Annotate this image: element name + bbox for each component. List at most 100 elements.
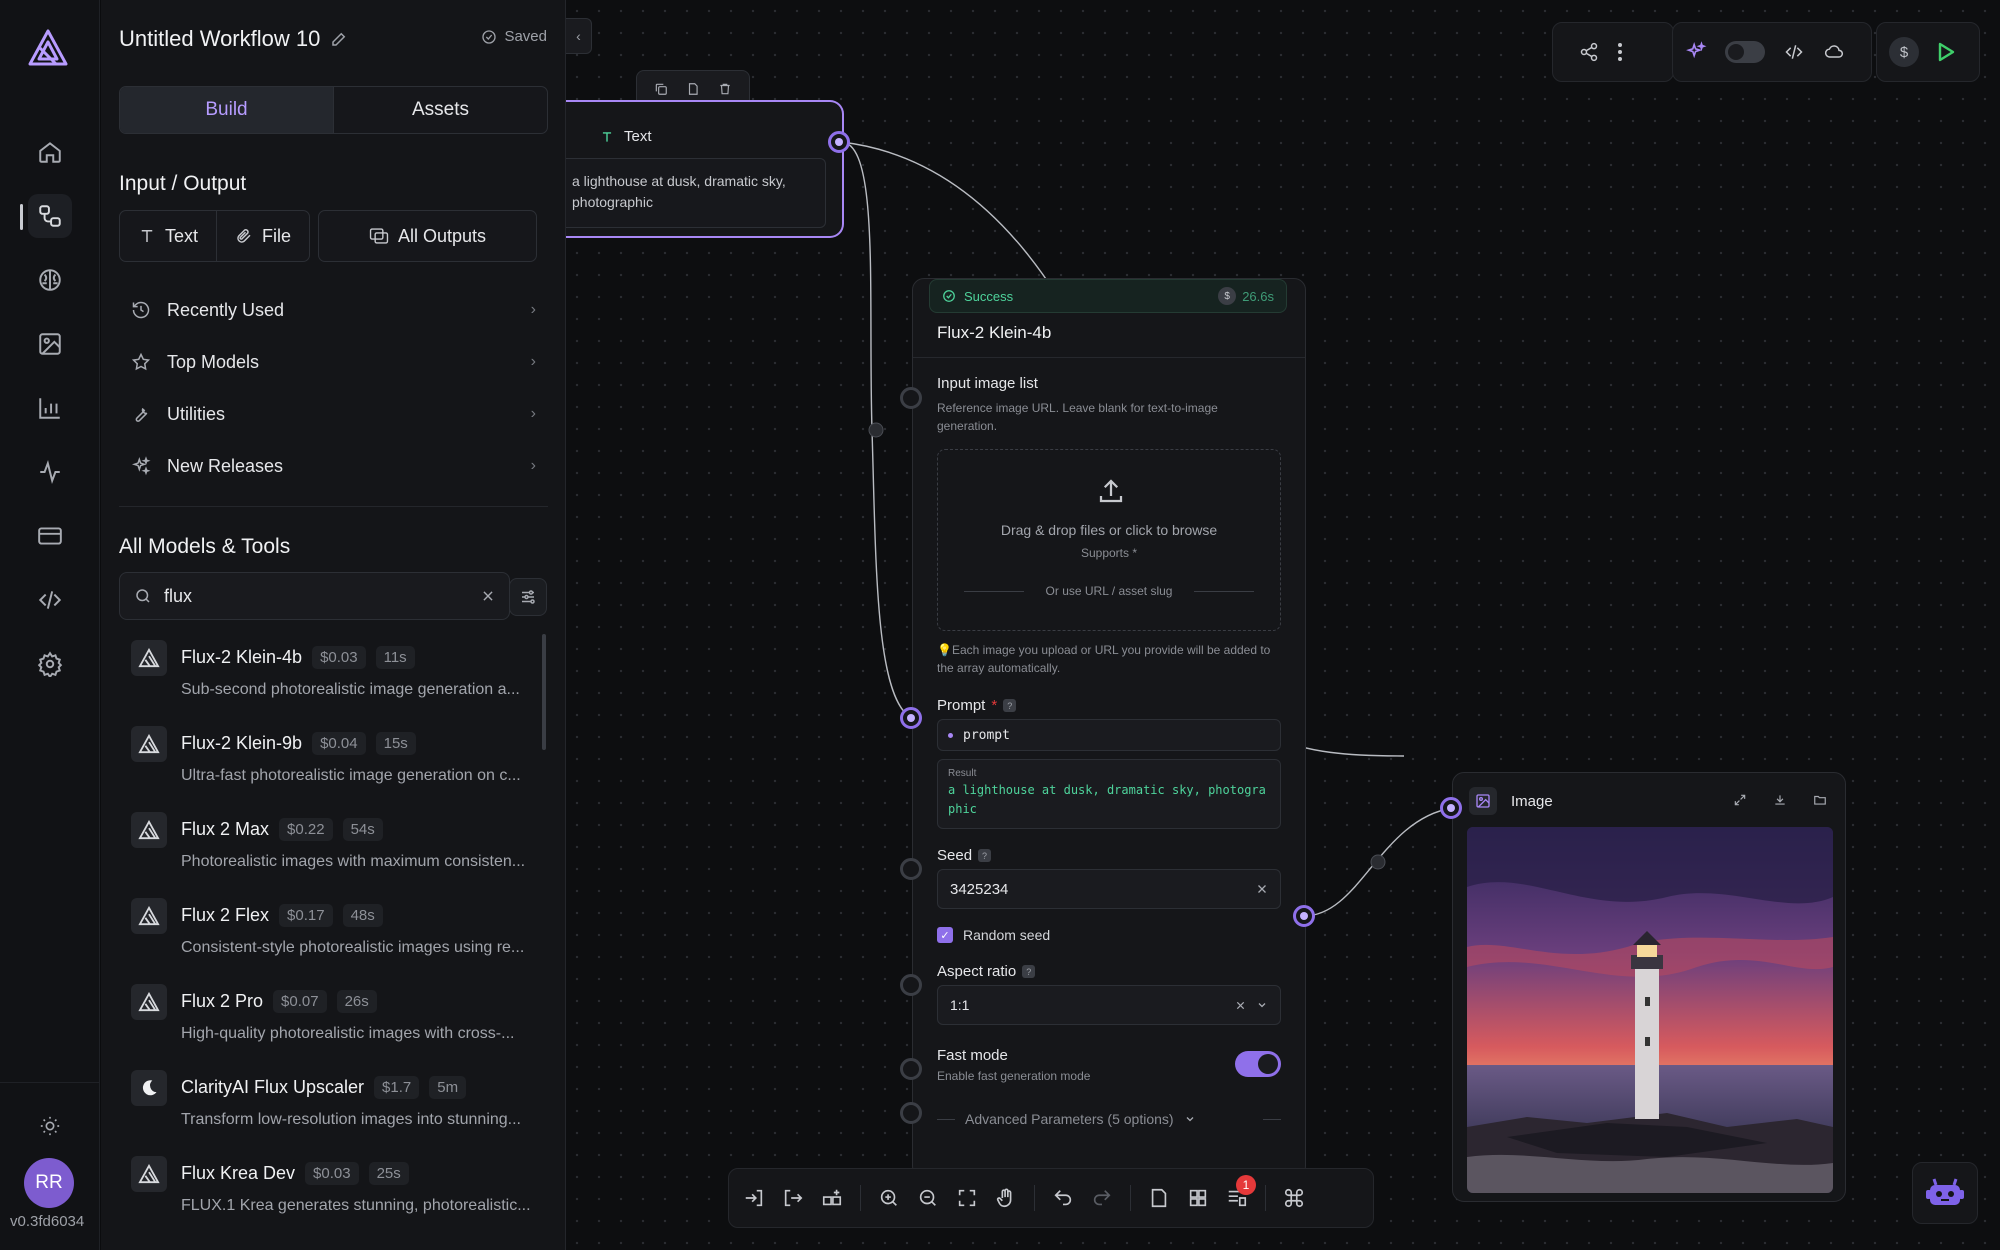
model-list-scrollbar[interactable] (542, 634, 546, 750)
category-label: Top Models (167, 351, 260, 372)
all-outputs-inner: All Outputs (351, 211, 504, 261)
filter-settings-button[interactable] (509, 578, 547, 616)
zoom-out-icon[interactable] (917, 1187, 939, 1209)
flux-model-node[interactable]: Success $26.6s Flux-2 Klein-4b Input ima… (912, 278, 1306, 1178)
file-input-button[interactable]: File (216, 211, 309, 261)
advanced-parameters-toggle[interactable]: Advanced Parameters (5 options) (937, 1111, 1281, 1127)
flux-triangle-icon (131, 812, 167, 848)
image-input-port[interactable] (1440, 797, 1462, 819)
text-output-port[interactable] (828, 131, 850, 153)
help-icon[interactable]: ? (978, 849, 992, 862)
clear-seed-icon[interactable] (1256, 883, 1268, 895)
clear-aspect-icon[interactable] (1235, 1000, 1246, 1011)
tab-build[interactable]: Build (120, 87, 334, 133)
text-node-content[interactable]: a lighthouse at dusk, dramatic sky, phot… (566, 158, 826, 228)
workflow-title[interactable]: Untitled Workflow 10 (119, 26, 348, 52)
tab-assets[interactable]: Assets (334, 87, 547, 133)
zoom-in-icon[interactable] (878, 1187, 900, 1209)
text-input-button[interactable]: Text (120, 211, 216, 261)
saved-label: Saved (504, 28, 547, 45)
export-icon[interactable] (782, 1187, 804, 1209)
duplicate-icon[interactable] (654, 82, 668, 96)
prompt-input[interactable]: prompt (937, 719, 1281, 751)
chevron-left-icon: ‹ (576, 28, 581, 44)
ai-sparkle-icon[interactable] (1685, 41, 1707, 63)
all-outputs-button[interactable]: All Outputs (318, 210, 538, 262)
pan-hand-icon[interactable] (995, 1187, 1017, 1209)
settings-gear-icon[interactable] (28, 642, 72, 686)
prompt-variable: prompt (963, 727, 1010, 743)
save-to-folder-icon[interactable] (1813, 793, 1827, 807)
more-options-icon[interactable] (1617, 42, 1623, 62)
aspect-ratio-select[interactable]: 1:1 (937, 985, 1281, 1025)
seed-port[interactable] (900, 858, 922, 880)
generated-image[interactable] (1467, 827, 1833, 1193)
image-output-node[interactable]: Image (1452, 772, 1846, 1202)
collapse-sidebar-button[interactable]: ‹ (566, 18, 592, 54)
code-icon[interactable] (28, 578, 72, 622)
theme-sun-icon[interactable] (28, 1104, 72, 1148)
category-new-releases[interactable]: New Releases › (131, 444, 536, 488)
copy-icon[interactable] (686, 82, 700, 96)
undo-icon[interactable] (1052, 1187, 1074, 1209)
assistant-bot-button[interactable] (1912, 1162, 1978, 1224)
trash-icon[interactable] (718, 82, 732, 96)
pencil-icon[interactable] (330, 30, 348, 48)
import-icon[interactable] (743, 1187, 765, 1209)
mode-toolbar (1672, 22, 1872, 82)
aspect-ratio-port[interactable] (900, 974, 922, 996)
expand-icon[interactable] (1733, 793, 1747, 807)
model-item-flux-2-max[interactable]: Flux 2 Max $0.22 54s Photorealistic images… (131, 812, 531, 886)
share-icon[interactable] (1579, 42, 1599, 62)
clear-search-icon[interactable] (481, 589, 495, 603)
help-icon[interactable]: ? (1003, 699, 1017, 712)
workflow-icon[interactable] (28, 194, 72, 238)
code-mode-toggle[interactable] (1725, 41, 1765, 63)
model-item-flux-2-klein-4b[interactable]: Flux-2 Klein-4b $0.03 11s Sub-second photo… (131, 640, 531, 714)
app-logo[interactable] (26, 28, 70, 70)
model-item-flux-krea-dev[interactable]: Flux Krea Dev $0.03 25s FLUX.1 Krea genera… (131, 1156, 531, 1230)
input-image-port[interactable] (900, 387, 922, 409)
help-icon[interactable]: ? (1022, 965, 1036, 978)
analytics-icon[interactable] (28, 386, 72, 430)
chevron-down-icon[interactable] (1256, 999, 1268, 1011)
category-recently-used[interactable]: Recently Used › (131, 288, 536, 332)
code-view-icon[interactable] (1783, 42, 1805, 62)
seed-input[interactable]: 3425234 (937, 869, 1281, 909)
advanced-port[interactable] (900, 1102, 922, 1124)
model-search-input[interactable]: flux (119, 572, 510, 620)
add-node-icon[interactable] (821, 1187, 843, 1209)
chevron-right-icon: › (530, 405, 536, 422)
image-drop-zone[interactable]: Drag & drop files or click to browse Sup… (937, 449, 1281, 631)
model-item-clarityai-flux-upscaler[interactable]: ClarityAI Flux Upscaler $1.7 5m Transform … (131, 1070, 531, 1144)
download-icon[interactable] (1773, 793, 1787, 807)
fast-mode-toggle[interactable] (1235, 1051, 1281, 1077)
flux-output-port[interactable] (1293, 905, 1315, 927)
brain-icon[interactable] (28, 258, 72, 302)
fit-view-icon[interactable] (956, 1187, 978, 1209)
billing-card-icon[interactable] (28, 514, 72, 558)
activity-icon[interactable] (28, 450, 72, 494)
grid-layout-icon[interactable] (1187, 1187, 1209, 1209)
run-play-icon[interactable] (1937, 42, 1955, 62)
fast-mode-port[interactable] (900, 1058, 922, 1080)
prompt-input-port[interactable] (900, 707, 922, 729)
cost-coin-icon: $ (1218, 287, 1237, 305)
redo-icon[interactable] (1091, 1187, 1113, 1209)
text-node[interactable]: Text a lighthouse at dusk, dramatic sky,… (566, 100, 844, 238)
cloud-icon[interactable] (1823, 42, 1845, 62)
category-utilities[interactable]: Utilities › (131, 392, 536, 436)
credits-coin-icon[interactable]: $ (1889, 37, 1919, 67)
notes-icon[interactable] (1148, 1187, 1170, 1209)
chevron-right-icon: › (530, 353, 536, 370)
model-item-flux-2-pro[interactable]: Flux 2 Pro $0.07 26s High-quality photorea… (131, 984, 531, 1058)
category-top-models[interactable]: Top Models › (131, 340, 536, 384)
home-icon[interactable] (28, 130, 72, 174)
user-avatar[interactable]: RR (24, 1158, 74, 1208)
queue-history-icon[interactable]: 1 (1226, 1175, 1256, 1209)
random-seed-checkbox[interactable]: ✓ Random seed (937, 927, 1050, 943)
model-item-flux-2-flex[interactable]: Flux 2 Flex $0.17 48s Consistent-style pho… (131, 898, 531, 972)
image-gallery-icon[interactable] (28, 322, 72, 366)
command-icon[interactable] (1283, 1187, 1305, 1209)
model-item-flux-2-klein-9b[interactable]: Flux-2 Klein-9b $0.04 15s Ultra-fast photo… (131, 726, 531, 800)
